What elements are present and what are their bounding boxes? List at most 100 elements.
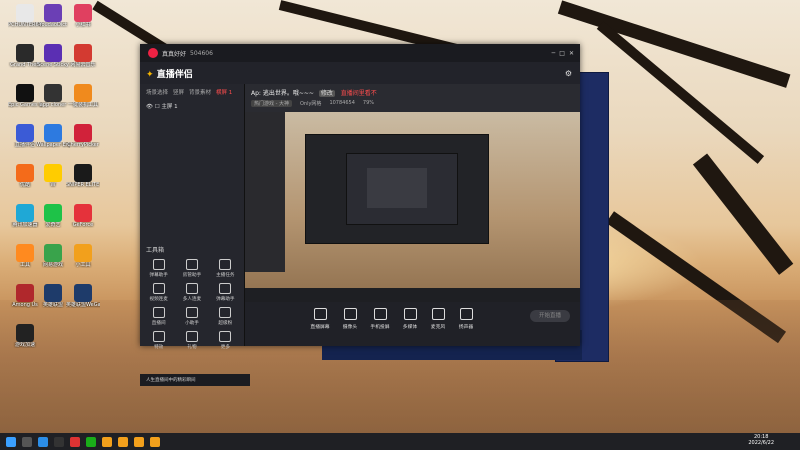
app-icon [74, 84, 92, 102]
close-button[interactable]: ✕ [569, 50, 574, 57]
room-stats: 热门游戏 - 大神 Only网格 10784654 79% [251, 100, 374, 107]
control-label: 摄像头 [342, 325, 358, 330]
edge-icon[interactable] [38, 436, 48, 447]
desktop-icon[interactable]: CherryPicker [66, 124, 100, 148]
tool-icon [219, 331, 232, 342]
tool-button[interactable]: 特效 [142, 331, 175, 350]
tab-vertical[interactable]: 竖屏 [173, 88, 184, 96]
clock[interactable]: 20:18 2022/6/22 [748, 434, 774, 446]
desktop-icon[interactable]: 网易云音乐 [66, 44, 100, 68]
search-icon[interactable] [22, 436, 32, 447]
tool-button[interactable]: 弹幕助手 [142, 259, 175, 278]
tool-button[interactable]: 视频连麦 [142, 283, 175, 302]
desktop-icon[interactable]: GeForce [66, 204, 100, 228]
app-icon [74, 4, 92, 22]
right-panel: Ap: 逃出世界。哦~~~ 修改 直播间里看不 热门游戏 - 大神 Only网格… [245, 84, 580, 346]
desktop-icon-label: YoudaoDict [39, 22, 67, 28]
minimize-button[interactable]: ─ [552, 50, 556, 57]
go-live-button[interactable]: 开始直播 [530, 310, 570, 322]
app-icon [44, 4, 62, 22]
stream-preview[interactable] [245, 112, 580, 302]
tab-horizontal[interactable]: 横屏 1 [216, 88, 232, 96]
control-button[interactable]: 扬声器 [451, 308, 481, 330]
avatar [148, 48, 158, 58]
desktop-icon[interactable]: 网易游戏 [36, 244, 70, 268]
tab-scene[interactable]: 场景选择 [146, 88, 168, 96]
app-icon [44, 284, 62, 302]
tool-icon [152, 283, 165, 294]
tool-button[interactable]: 更多 [209, 331, 242, 350]
tool-label: 主播任务 [216, 273, 235, 278]
desktop-icon-label: 网易云音乐 [70, 62, 96, 68]
tool-button[interactable]: 主播任务 [209, 259, 242, 278]
desktop-icon[interactable]: W [36, 164, 70, 188]
app-icon [16, 4, 34, 22]
wechat-icon[interactable] [86, 436, 96, 447]
tool-label: 视频连麦 [149, 297, 168, 302]
desktop-icon[interactable]: YoudaoDict [36, 4, 70, 28]
desktop-icon[interactable]: SNIPER ELITE 5 [66, 164, 100, 188]
control-button[interactable]: 摄像头 [335, 308, 365, 330]
app-icon [74, 244, 92, 262]
desktop-icon[interactable]: 一键装机工具 [66, 84, 100, 108]
desktop-icon[interactable]: 英雄联盟 [36, 284, 70, 308]
tools-header: 工具箱 [146, 247, 165, 254]
nested-window-3 [367, 168, 427, 208]
tool-button[interactable]: 礼物 [175, 331, 208, 350]
room-notice: 直播间里看不 [340, 90, 377, 97]
settings-icon[interactable]: ⚙ [565, 69, 572, 78]
app-icon[interactable] [150, 436, 160, 447]
desktop-icon[interactable]: Scene Sticky [36, 44, 70, 68]
desktop-icon[interactable]: app cloner [36, 84, 70, 108]
app-icon [74, 164, 92, 182]
desktop-icon[interactable]: 爱奇艺 [36, 204, 70, 228]
start-button[interactable] [6, 436, 16, 447]
tool-button[interactable]: 房管助手 [175, 259, 208, 278]
app-icon[interactable] [102, 436, 112, 447]
app-icon [44, 244, 62, 262]
control-label: 多媒体 [402, 325, 418, 330]
desktop-icon[interactable]: 小工具 [66, 244, 100, 268]
control-bar: 直播屏幕 摄像头 手机投屏 多媒体 麦克风 扬声器 开始直播 [245, 302, 580, 346]
heart-app-icon[interactable] [70, 436, 80, 447]
desktop-icon-label: 英雄联盟WeGame [66, 302, 100, 308]
desktop-icon-label: 英雄联盟 [42, 302, 63, 308]
tool-button[interactable]: 直播间 [142, 307, 175, 326]
control-button[interactable]: 麦克风 [423, 308, 453, 330]
app-icon [16, 244, 34, 262]
tab-background[interactable]: 背景素材 [189, 88, 211, 96]
user-id: 504606 [190, 49, 213, 57]
palm-trunk [692, 153, 794, 275]
desktop-icon-label: GeForce [72, 222, 94, 228]
scene-item[interactable]: 👁 ☐ 主屏 1 [146, 102, 238, 110]
control-label: 扬声器 [458, 325, 474, 330]
control-icon [373, 308, 387, 320]
app-icon [44, 44, 62, 62]
tool-button[interactable]: 超级粉 [209, 307, 242, 326]
desktop-icon[interactable]: 英雄联盟WeGame [66, 284, 100, 308]
app-icon[interactable] [118, 436, 128, 447]
control-button[interactable]: 多媒体 [395, 308, 425, 330]
control-button[interactable]: 直播屏幕 [305, 308, 335, 330]
desktop-icon-label: 小红书 [75, 22, 91, 28]
tool-icon [219, 283, 232, 294]
desktop-icon[interactable]: 小红书 [66, 4, 100, 28]
control-icon [403, 308, 417, 320]
tool-label: 房管助手 [182, 273, 202, 278]
category-tag[interactable]: 热门游戏 - 大神 [251, 100, 292, 107]
desktop-icon[interactable]: Wallpaper Engine [36, 124, 70, 148]
app-icon [16, 204, 34, 222]
app-icon[interactable] [134, 436, 144, 447]
desktop-icon[interactable]: 游戏加速 [8, 324, 42, 348]
tool-button[interactable]: 多人连麦 [175, 283, 208, 302]
room-title: Ap: 逃出世界。哦~~~ [251, 90, 314, 97]
tool-label: 弹幕助手 [149, 273, 168, 278]
edit-room-button[interactable]: 修改 [318, 90, 335, 97]
preview-taskbar [245, 288, 580, 302]
tool-button[interactable]: 小助手 [175, 307, 208, 326]
control-button[interactable]: 手机投屏 [365, 308, 395, 330]
tool-label: 多人连麦 [182, 297, 202, 302]
maximize-button[interactable]: □ [559, 50, 565, 57]
qq-icon[interactable] [54, 436, 64, 447]
tool-button[interactable]: 弹幕助手 [209, 283, 242, 302]
